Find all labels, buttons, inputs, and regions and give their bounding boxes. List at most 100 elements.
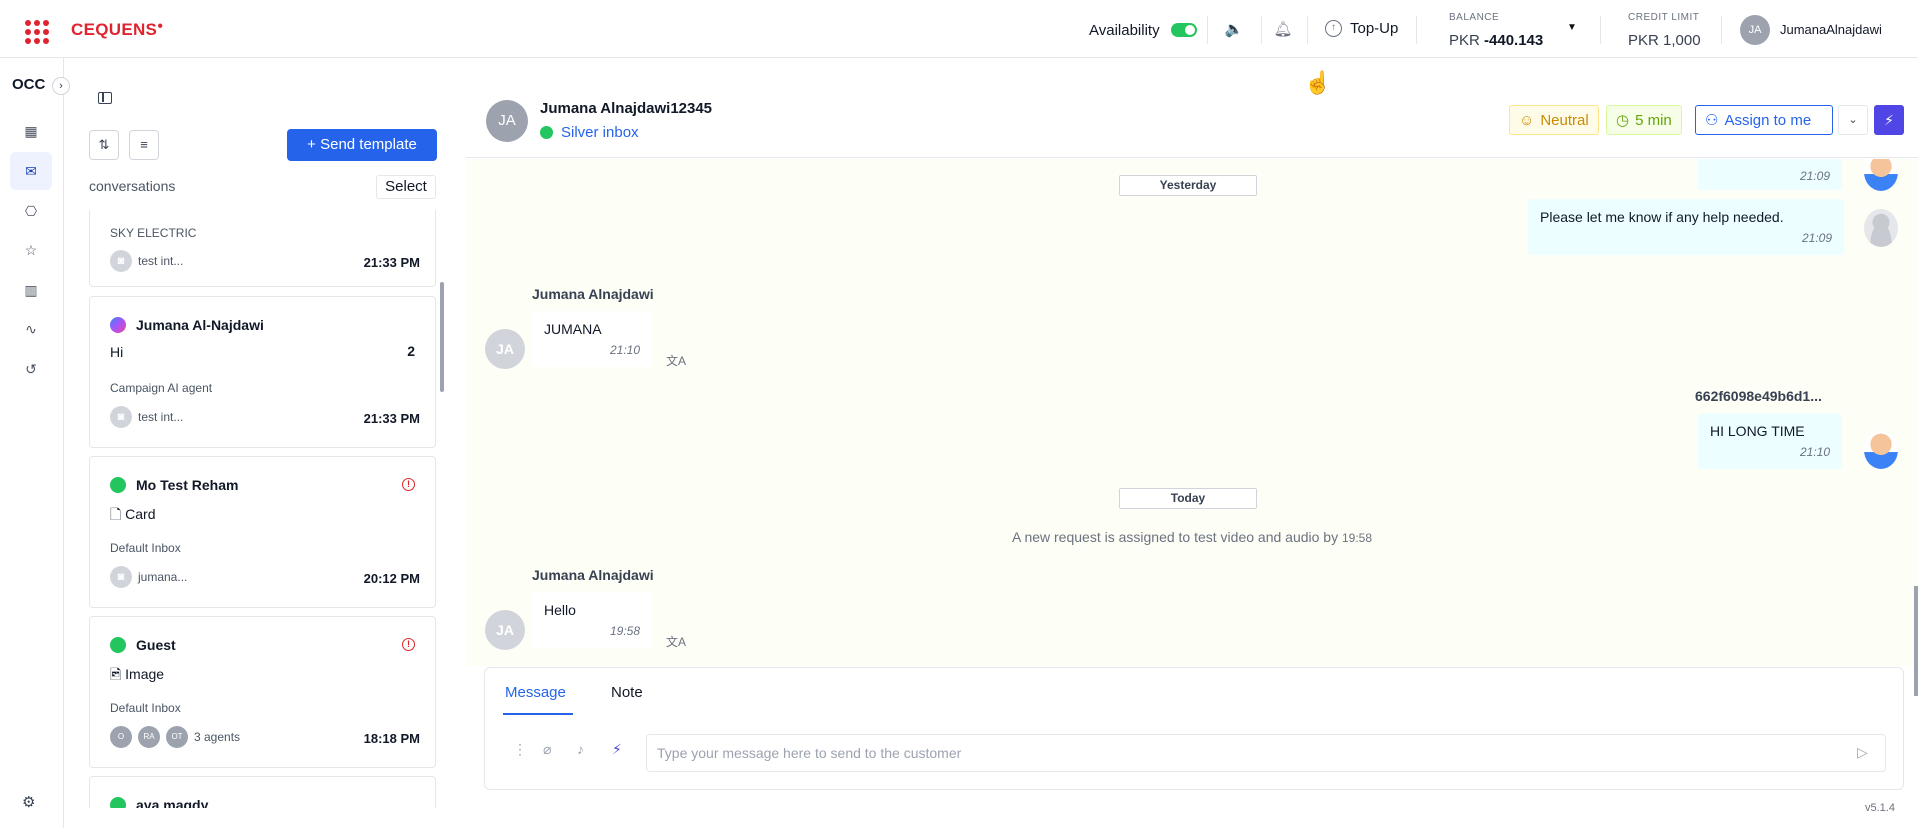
divider: [1207, 16, 1208, 44]
balance-dropdown-icon[interactable]: ▼: [1562, 18, 1582, 38]
inbox-icon[interactable]: ✉: [10, 152, 52, 190]
contact-name: Mo Test Reham: [136, 477, 239, 493]
user-avatar[interactable]: JA: [1740, 15, 1770, 45]
alert-icon: !: [402, 638, 415, 651]
workspace-title: OCC: [12, 76, 46, 93]
brand-logo: CEQUENS●: [71, 20, 164, 39]
active-tab-indicator: [503, 713, 573, 715]
divider: [1721, 16, 1722, 44]
message-bubble-incoming: Hello 19:58: [532, 592, 652, 648]
send-template-button[interactable]: + Send template: [287, 129, 437, 161]
sender-name: Jumana Alnajdawi: [532, 567, 654, 583]
bolt-icon[interactable]: ⚡︎: [612, 741, 622, 758]
app-version: v5.1.4: [1865, 802, 1895, 814]
divider: [1600, 16, 1601, 44]
whatsapp-icon: [110, 637, 126, 653]
history-icon[interactable]: ↺: [10, 350, 52, 388]
sentiment-badge: ☺ Neutral: [1509, 105, 1599, 135]
last-message: 🖻 Image: [110, 666, 165, 682]
sort-icon[interactable]: ⇅: [89, 130, 119, 160]
sender-name: Jumana Alnajdawi: [532, 286, 654, 302]
conversation-subtitle: Default Inbox: [110, 541, 181, 555]
translate-icon[interactable]: 文A: [666, 633, 686, 650]
top-bar: CEQUENS● Availability 🔈 🔔︎ ↑ Top-Up BALA…: [0, 0, 1918, 58]
contact-name: aya magdy: [136, 797, 209, 808]
conversation-card[interactable]: aya magdy: [89, 776, 436, 808]
conversation-card[interactable]: Mo Test Reham ! 🗋 Card Default Inbox ◙ j…: [89, 456, 436, 608]
availability-label: Availability: [1089, 22, 1160, 39]
divider: [1261, 16, 1262, 44]
microphone-icon[interactable]: ♪: [577, 741, 584, 757]
conversation-card[interactable]: Guest ! 🖻 Image Default Inbox O RA OT 3 …: [89, 616, 436, 768]
bolt-icon[interactable]: ⚡︎: [1874, 105, 1904, 135]
conversation-list: SKY ELECTRIC ◙ test int... 21:33 PM Juma…: [89, 210, 439, 808]
conversation-time: 21:33 PM: [363, 411, 420, 426]
star-icon[interactable]: ☆: [10, 231, 52, 269]
filter-icon[interactable]: ≡: [129, 130, 159, 160]
assigned-agent: ◙ test int...: [110, 406, 183, 428]
message-bubble-outgoing: 21:09: [1698, 159, 1842, 190]
balance-value: PKR -440.143: [1449, 32, 1544, 49]
assigned-agent: ◙ test int...: [110, 250, 183, 272]
topup-button[interactable]: ↑ Top-Up: [1325, 20, 1398, 37]
conversation-card[interactable]: Jumana Al-Najdawi Hi 2 Campaign AI agent…: [89, 296, 436, 448]
date-separator: Today: [1119, 488, 1257, 509]
translate-icon[interactable]: 文A: [666, 352, 686, 369]
conversation-subtitle: Campaign AI agent: [110, 381, 213, 395]
contact-name: Jumana Al-Najdawi: [136, 317, 264, 333]
customer-avatar: JA: [485, 329, 525, 369]
assigned-agent: ◙ jumana...: [110, 566, 187, 588]
tab-message[interactable]: Message: [505, 684, 566, 701]
message-input[interactable]: [646, 734, 1886, 772]
clock-icon: ◷: [1616, 112, 1630, 129]
availability-toggle[interactable]: [1171, 23, 1197, 37]
conversation-card[interactable]: SKY ELECTRIC ◙ test int... 21:33 PM: [89, 210, 436, 287]
tab-note[interactable]: Note: [611, 684, 643, 701]
conversation-subtitle: SKY ELECTRIC: [110, 226, 197, 240]
user-name[interactable]: JumanaAlnajdawi: [1780, 22, 1882, 37]
neutral-face-icon: ☺: [1519, 111, 1535, 129]
contact-name: Guest: [136, 637, 176, 653]
send-icon[interactable]: ▷: [1857, 744, 1868, 761]
chat-header: JA Jumana Alnajdawi12345 Silver inbox ☺ N…: [466, 58, 1918, 158]
activity-icon[interactable]: ∿: [10, 310, 52, 348]
chart-icon[interactable]: ▥: [10, 271, 52, 309]
message-bubble-outgoing: HI LONG TIME 21:10: [1698, 413, 1842, 469]
credit-limit-label: CREDIT LIMIT: [1628, 12, 1700, 23]
conversation-panel: ⇅ ≡ + Send template conversations Select…: [64, 58, 450, 828]
conversation-time: 20:12 PM: [363, 571, 420, 586]
message-bubble-outgoing: Please let me know if any help needed. 2…: [1528, 199, 1844, 255]
balance-label: BALANCE: [1449, 12, 1500, 23]
whatsapp-icon: [110, 797, 126, 808]
agent-avatar: OT: [166, 726, 188, 748]
settings-icon[interactable]: ⚙: [22, 793, 35, 811]
last-message: 🗋 Card: [110, 506, 156, 522]
agent-avatar: O: [110, 726, 132, 748]
bell-icon[interactable]: 🔔︎: [1273, 20, 1293, 40]
customer-avatar: JA: [485, 610, 525, 650]
conversation-time: 21:33 PM: [363, 255, 420, 270]
system-message: A new request is assigned to test video …: [1011, 529, 1373, 545]
inbox-link[interactable]: Silver inbox: [540, 124, 639, 141]
list-scrollbar[interactable]: [440, 282, 444, 392]
credit-limit-value: PKR 1,000: [1628, 32, 1701, 49]
dashboard-icon[interactable]: ▦: [10, 112, 52, 150]
apps-grid-icon[interactable]: [25, 20, 49, 44]
alert-icon: !: [402, 478, 415, 491]
collapse-panel-icon[interactable]: [98, 92, 112, 104]
bot-icon: ◙: [110, 250, 132, 272]
messenger-icon: [110, 317, 126, 333]
bot-icon[interactable]: ⎔: [10, 192, 52, 230]
date-separator: Yesterday: [1119, 175, 1257, 196]
speaker-icon[interactable]: 🔈: [1224, 20, 1244, 40]
chevron-down-icon[interactable]: ⌄: [1838, 105, 1868, 135]
timer-badge: ◷ 5 min: [1606, 105, 1682, 135]
thread-scrollbar[interactable]: [1914, 586, 1918, 696]
attachment-icon[interactable]: ⌀: [543, 741, 551, 758]
contact-avatar: JA: [486, 100, 528, 142]
more-options-icon[interactable]: ⋮: [513, 741, 527, 758]
select-button[interactable]: Select: [376, 175, 436, 199]
assign-to-me-button[interactable]: ⚇ Assign to me: [1695, 105, 1833, 135]
user-icon: ⚇: [1705, 112, 1719, 129]
agent-avatar: [1864, 431, 1898, 469]
